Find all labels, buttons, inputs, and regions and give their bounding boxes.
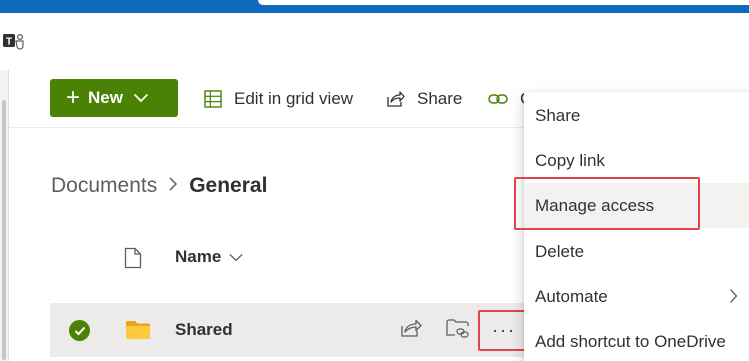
- breadcrumb-general: General: [189, 174, 268, 197]
- chevron-down-icon: [133, 93, 149, 103]
- highlight-box-manage-access: [514, 177, 700, 230]
- menu-item-share-label: Share: [535, 105, 581, 125]
- breadcrumb-documents[interactable]: Documents: [51, 174, 157, 198]
- menu-item-share[interactable]: Share: [524, 93, 749, 138]
- share-icon: [387, 91, 405, 107]
- browser-top-bar: [0, 0, 749, 13]
- plus-icon: +: [66, 84, 81, 111]
- menu-item-add-shortcut-label: Add shortcut to OneDrive: [535, 331, 726, 351]
- file-type-icon[interactable]: [124, 247, 142, 269]
- chevron-down-icon: [229, 253, 243, 261]
- menu-item-add-shortcut[interactable]: Add shortcut to OneDrive: [524, 319, 749, 361]
- new-button-label: New: [88, 88, 123, 107]
- teams-icon[interactable]: T: [3, 31, 25, 51]
- edit-grid-view-button[interactable]: Edit in grid view: [204, 86, 353, 112]
- share-button[interactable]: Share: [386, 86, 462, 112]
- row-share-icon[interactable]: [400, 318, 422, 338]
- scrollbar-thumb[interactable]: [2, 100, 6, 360]
- menu-item-copy-link-label: Copy link: [535, 150, 605, 170]
- breadcrumb: Documents General: [51, 174, 267, 198]
- menu-item-automate-label: Automate: [535, 286, 608, 306]
- menu-item-delete[interactable]: Delete: [524, 229, 749, 274]
- share-label: Share: [417, 89, 463, 108]
- link-icon: [488, 94, 508, 104]
- left-scroll-rail: [0, 70, 9, 361]
- edit-grid-view-label: Edit in grid view: [234, 89, 354, 108]
- row-name-shared[interactable]: Shared: [175, 320, 233, 340]
- menu-item-delete-label: Delete: [535, 241, 585, 261]
- column-header-name[interactable]: Name: [175, 247, 243, 267]
- row-folder-link-icon[interactable]: [446, 318, 470, 340]
- new-button[interactable]: + New: [50, 79, 178, 117]
- highlight-box-more: [478, 310, 526, 351]
- menu-item-automate[interactable]: Automate: [524, 274, 749, 319]
- chevron-right-icon: [730, 289, 738, 303]
- folder-icon: [126, 321, 150, 339]
- svg-text:T: T: [6, 37, 12, 48]
- column-header-name-label: Name: [175, 247, 222, 266]
- breadcrumb-separator-icon: [168, 174, 178, 198]
- sharepoint-page: T + New Edit in grid view Share Document…: [0, 0, 749, 361]
- grid-icon: [204, 90, 222, 108]
- row-selected-check-icon[interactable]: [69, 320, 90, 341]
- address-bar[interactable]: [258, 0, 749, 5]
